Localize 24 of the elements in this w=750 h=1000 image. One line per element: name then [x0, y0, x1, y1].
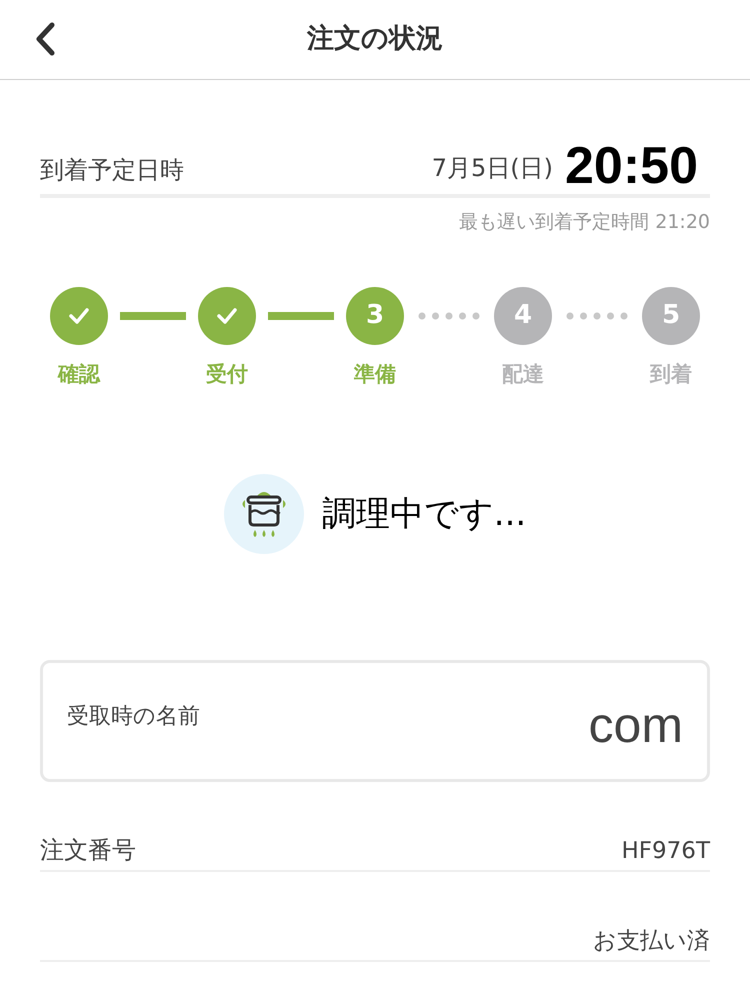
arrival-time: 20:50 — [565, 140, 698, 192]
dotted-connector — [418, 312, 480, 320]
check-icon — [68, 306, 90, 324]
pickup-name-label: 受取時の名前 — [67, 702, 200, 730]
solid-connector — [120, 312, 186, 320]
latest-arrival-note: 最も遅い到着予定時間 21:20 — [458, 210, 710, 235]
pickup-name-value: com — [588, 696, 683, 754]
row-value: HF976T — [622, 836, 710, 866]
screen-title: 注文の状況 — [307, 22, 443, 56]
row-label: 注文番号 — [40, 835, 136, 866]
solid-connector — [268, 312, 334, 320]
status-text: 調理中です... — [322, 492, 526, 536]
arrival-label: 到着予定日時 — [40, 155, 184, 186]
step-label: 受付 — [205, 360, 249, 388]
step-label: 準備 — [353, 360, 397, 388]
step-label: 確認 — [56, 360, 102, 388]
row-value: お支払い済 — [593, 926, 710, 956]
arrival-date: 7月5日(日) — [432, 153, 553, 184]
check-icon — [216, 306, 238, 324]
back-icon — [34, 22, 56, 56]
step-label: 配達 — [501, 360, 545, 388]
dotted-connector — [566, 312, 628, 320]
step-label: 到着 — [648, 360, 693, 388]
cooking-pot-icon — [224, 474, 304, 554]
